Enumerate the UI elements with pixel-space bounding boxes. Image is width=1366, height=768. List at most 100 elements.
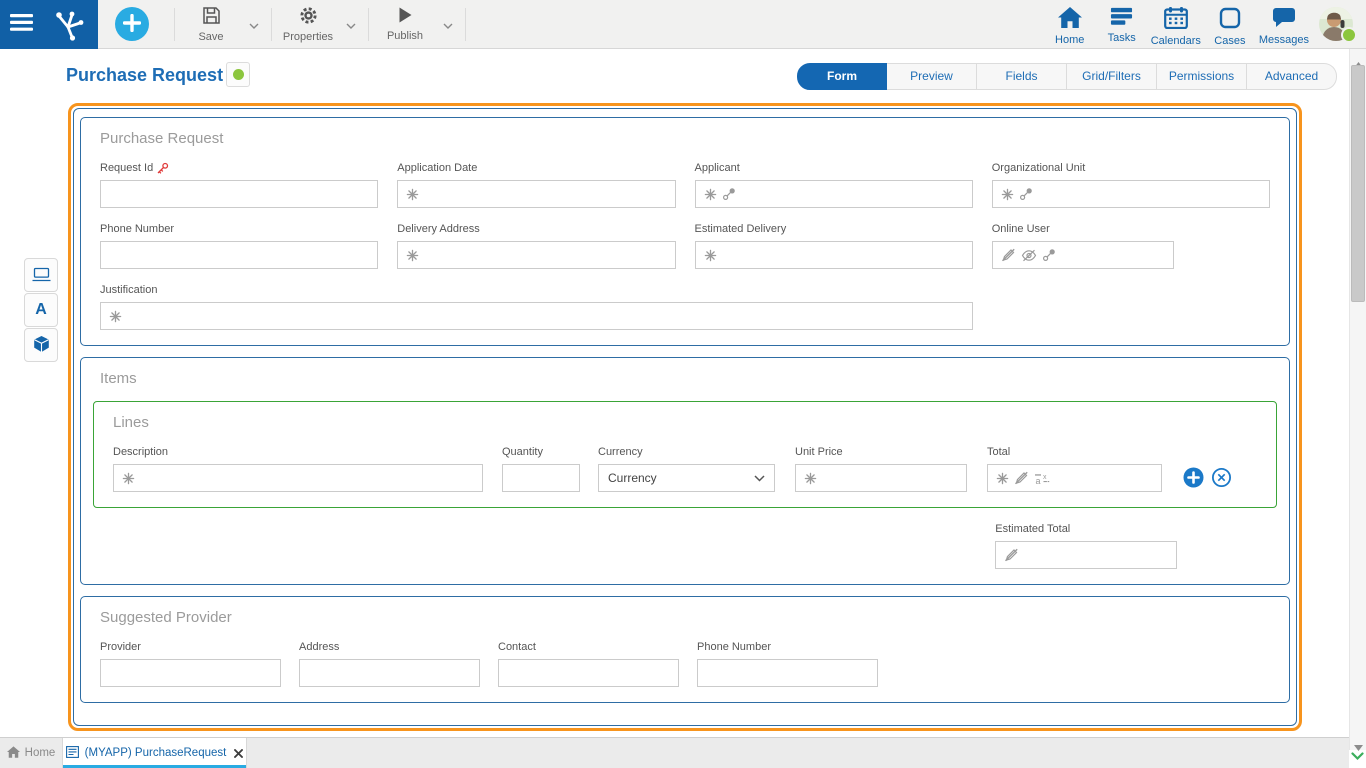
field-label: Quantity — [502, 445, 580, 459]
contact-input[interactable] — [498, 659, 679, 687]
tab-grid-filters[interactable]: Grid/Filters — [1067, 63, 1157, 90]
tasks-icon — [1110, 7, 1133, 29]
nav-tasks[interactable]: Tasks — [1096, 1, 1148, 47]
phone-number-field: Phone Number — [697, 640, 878, 687]
scroll-up-arrow-icon[interactable] — [1354, 55, 1363, 61]
bizagi-logo[interactable] — [42, 6, 98, 42]
phone-number-input[interactable] — [697, 659, 878, 687]
group-title: Items — [100, 370, 1277, 387]
nav-home-label: Home — [1055, 34, 1084, 46]
add-button[interactable] — [115, 7, 149, 41]
tab-form[interactable]: Form — [797, 63, 887, 90]
total-input[interactable]: xa — [987, 464, 1162, 492]
provider-input[interactable] — [100, 659, 281, 687]
tab-advanced[interactable]: Advanced — [1247, 63, 1337, 90]
request-id-input[interactable] — [100, 180, 378, 208]
labels-tool-button[interactable]: A — [24, 293, 58, 327]
field-label: Unit Price — [795, 445, 967, 459]
controls-tool-button[interactable] — [24, 328, 58, 362]
justification-input[interactable] — [100, 302, 973, 330]
save-button[interactable]: Save — [180, 0, 242, 48]
address-field: Address — [299, 640, 480, 687]
form-status-button[interactable] — [226, 62, 250, 87]
vertical-scrollbar[interactable] — [1349, 49, 1366, 750]
tab-permissions[interactable]: Permissions — [1157, 63, 1247, 90]
scroll-down-arrow-icon[interactable] — [1354, 738, 1363, 744]
currency-select[interactable]: Currency — [598, 464, 775, 492]
nav-calendars-label: Calendars — [1151, 35, 1201, 47]
lines-table[interactable]: LinesDescriptionQuantityCurrencyCurrency… — [93, 401, 1277, 508]
field-label: Provider — [100, 640, 281, 654]
group-items[interactable]: ItemsLinesDescriptionQuantityCurrencyCur… — [80, 357, 1290, 585]
gear-icon — [299, 6, 318, 28]
publish-button[interactable]: Publish — [374, 0, 436, 48]
required-icon — [804, 472, 817, 485]
field-label-text: Online User — [992, 223, 1050, 235]
publish-dropdown-button[interactable] — [436, 0, 460, 48]
calendar-icon — [1164, 7, 1188, 32]
request-id-field: Request Id — [100, 161, 378, 208]
quantity-input[interactable] — [502, 464, 580, 492]
scrollbar-thumb[interactable] — [1351, 65, 1365, 302]
nav-messages[interactable]: Messages — [1256, 1, 1312, 47]
chevron-down-icon — [346, 17, 356, 32]
nav-home[interactable]: Home — [1044, 1, 1096, 47]
unit-price-field: Unit Price — [795, 445, 967, 492]
svg-text:x: x — [1043, 474, 1047, 481]
properties-dropdown-button[interactable] — [339, 0, 363, 48]
chevron-down-icon — [249, 17, 259, 32]
field-label-text: Estimated Total — [995, 523, 1070, 535]
provider-field: Provider — [100, 640, 281, 687]
properties-button[interactable]: Properties — [277, 0, 339, 48]
phone-number-field: Phone Number — [100, 222, 378, 269]
estimated-total-row: Estimated Total — [93, 522, 1277, 569]
remove-circle-icon — [1211, 467, 1232, 488]
field-label-text: Request Id — [100, 162, 153, 174]
field-label: Contact — [498, 640, 679, 654]
group-purchase-request[interactable]: Purchase RequestRequest IdApplication Da… — [80, 117, 1290, 346]
footer-tab-purchaserequest[interactable]: (MYAPP) PurchaseRequest — [63, 738, 247, 768]
phone-number-input[interactable] — [100, 241, 378, 269]
group-suggested-provider[interactable]: Suggested ProviderProviderAddressContact… — [80, 596, 1290, 703]
tab-fields[interactable]: Fields — [977, 63, 1067, 90]
bottom-tab-bar: Home (MYAPP) PurchaseRequest — [0, 737, 1349, 768]
field-label-text: Phone Number — [100, 223, 174, 235]
delivery-address-input[interactable] — [397, 241, 675, 269]
online-user-field: Online User — [992, 222, 1270, 269]
field-label: Organizational Unit — [992, 161, 1270, 175]
applicant-input[interactable] — [695, 180, 973, 208]
table-columns-row: DescriptionQuantityCurrencyCurrencyUnit … — [113, 445, 1257, 492]
no-edit-icon — [1014, 471, 1029, 485]
description-input[interactable] — [113, 464, 483, 492]
currency-field: CurrencyCurrency — [598, 445, 775, 492]
estimated-delivery-input[interactable] — [695, 241, 973, 269]
field-label-text: Address — [299, 641, 339, 653]
user-avatar[interactable] — [1319, 7, 1353, 41]
unit-price-input[interactable] — [795, 464, 967, 492]
save-dropdown-button[interactable] — [242, 0, 266, 48]
total-field: Totalxa — [987, 445, 1162, 492]
containers-tool-button[interactable] — [24, 258, 58, 292]
field-label: Address — [299, 640, 480, 654]
required-icon — [704, 188, 717, 201]
estimated-total-input[interactable] — [995, 541, 1177, 569]
applicant-field: Applicant — [695, 161, 973, 208]
address-input[interactable] — [299, 659, 480, 687]
cube-icon — [33, 335, 50, 356]
scroll-hint-icon[interactable] — [1351, 748, 1364, 766]
required-icon — [406, 188, 419, 201]
close-icon[interactable] — [234, 749, 243, 758]
estimated-delivery-field: Estimated Delivery — [695, 222, 973, 269]
add-row-button[interactable] — [1183, 467, 1204, 488]
organizational-unit-input[interactable] — [992, 180, 1270, 208]
online-user-input[interactable] — [992, 241, 1174, 269]
footer-tab-home[interactable]: Home — [0, 738, 63, 768]
application-date-input[interactable] — [397, 180, 675, 208]
hamburger-menu-button[interactable] — [0, 0, 42, 49]
nav-cases[interactable]: Cases — [1204, 1, 1256, 47]
nav-calendars[interactable]: Calendars — [1148, 1, 1204, 47]
form-canvas[interactable]: Purchase RequestRequest IdApplication Da… — [73, 108, 1297, 726]
remove-row-button[interactable] — [1211, 467, 1232, 488]
tab-preview[interactable]: Preview — [887, 63, 977, 90]
hidden-icon — [1021, 249, 1037, 262]
